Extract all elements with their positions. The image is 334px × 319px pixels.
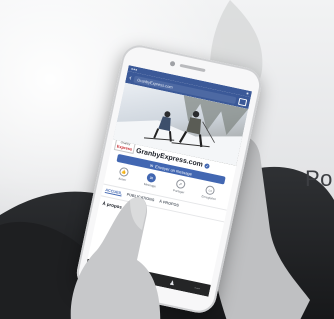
front-camera	[169, 60, 176, 67]
message-icon: ✉	[146, 172, 157, 184]
action-share[interactable]: ↗ Partager	[173, 178, 187, 194]
earpiece-speaker	[179, 63, 206, 73]
back-arrow-icon[interactable]: ‹	[129, 74, 133, 81]
action-like[interactable]: 👍 Aimer	[117, 166, 130, 183]
share-icon: ↗	[174, 178, 186, 190]
like-icon: 👍	[118, 166, 130, 178]
save-icon: ▭	[205, 185, 216, 196]
messenger-icon[interactable]	[238, 97, 248, 106]
battery-icon: ■	[245, 91, 249, 96]
message-icon: ✉	[149, 162, 154, 168]
left-hand	[70, 197, 161, 319]
menu-icon[interactable]: ⋯	[193, 284, 200, 292]
verified-badge-icon: ✓	[204, 162, 211, 169]
action-save[interactable]: ▭ Enregistrer	[201, 184, 218, 201]
action-message[interactable]: ✉ Message	[144, 172, 159, 188]
photo-scene: Po ●●● ■ ‹ GranbyExpress.com Granby Expr…	[0, 0, 334, 319]
